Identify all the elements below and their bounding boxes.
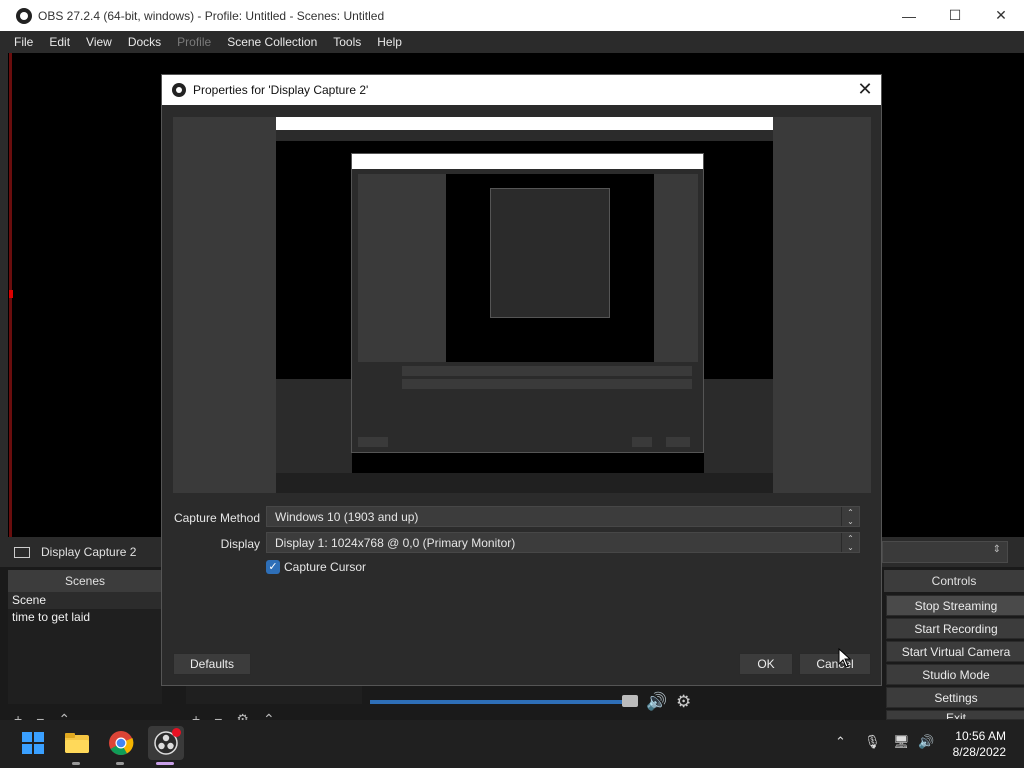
capture-preview-image [276, 117, 773, 493]
gear-icon[interactable]: ⚙ [676, 692, 691, 712]
preview-button [358, 437, 388, 447]
volume-slider-handle[interactable] [622, 695, 638, 707]
mouse-cursor-icon [838, 648, 852, 668]
monitor-icon [14, 546, 30, 558]
menu-help[interactable]: Help [369, 35, 410, 49]
microphone-icon[interactable]: 🎙 [864, 734, 881, 750]
windows-taskbar: ⌃ 🎙 🖥 🔊 10:56 AM 8/28/2022 [0, 720, 1024, 768]
dialog-titlebar: Properties for 'Display Capture 2' ✕ [162, 75, 881, 105]
preview-button [632, 437, 652, 447]
exit-button[interactable]: Exit [886, 710, 1024, 720]
start-recording-button[interactable]: Start Recording [886, 618, 1024, 639]
preview-obs-menubar [276, 130, 773, 141]
recording-badge [172, 728, 181, 737]
scenes-dock-title: Scenes [8, 570, 162, 592]
preview-taskbar [276, 473, 773, 493]
preview-handle[interactable] [9, 290, 13, 298]
menu-docks[interactable]: Docks [120, 35, 169, 49]
chevron-updown-icon: ⌃ ⌄ [841, 507, 859, 526]
windows-start-icon[interactable] [18, 728, 48, 758]
scene-item[interactable]: Scene [8, 592, 162, 609]
maximize-button[interactable]: ☐ [932, 0, 978, 31]
obs-titlebar: OBS 27.2.4 (64-bit, windows) - Profile: … [0, 0, 1024, 31]
file-explorer-icon[interactable] [62, 728, 92, 758]
menu-bar: File Edit View Docks Profile Scene Colle… [0, 31, 1024, 53]
running-indicator [72, 762, 80, 765]
audio-mixer-track: 🔊 ⚙ [370, 690, 700, 716]
obs-logo-icon [172, 83, 186, 97]
preview-obs-titlebar [276, 117, 773, 130]
obs-taskbar-icon[interactable] [148, 726, 184, 760]
obs-logo-icon [16, 7, 32, 24]
scenes-list: Scene time to get laid [8, 592, 162, 704]
chrome-icon[interactable] [106, 728, 136, 758]
menu-profile: Profile [177, 35, 212, 49]
menu-file[interactable]: File [6, 35, 41, 49]
speaker-icon[interactable]: 🔊 [646, 692, 667, 712]
preview-scenes-dock [276, 379, 352, 475]
volume-slider[interactable] [370, 700, 632, 704]
left-gutter [0, 53, 8, 537]
preview-controls-dock [704, 379, 773, 475]
minimize-button[interactable]: — [886, 0, 932, 31]
window-title: OBS 27.2.4 (64-bit, windows) - Profile: … [38, 8, 385, 23]
chevron-updown-icon: ⇕ [992, 544, 1001, 555]
system-clock[interactable]: 10:56 AM 8/28/2022 [953, 728, 1006, 760]
active-indicator [156, 762, 174, 765]
studio-mode-button[interactable]: Studio Mode [886, 664, 1024, 685]
properties-dialog: Properties for 'Display Capture 2' ✕ Cap… [161, 74, 882, 686]
preview-nested-titlebar [352, 154, 703, 169]
network-icon[interactable]: 🖥 [893, 734, 910, 750]
screen: OBS 27.2.4 (64-bit, windows) - Profile: … [0, 0, 1024, 768]
menu-view[interactable]: View [78, 35, 120, 49]
display-label: Display [220, 537, 260, 551]
ok-button[interactable]: OK [739, 653, 793, 675]
settings-button[interactable]: Settings [886, 687, 1024, 708]
display-value: Display 1: 1024x768 @ 0,0 (Primary Monit… [275, 535, 516, 550]
chevron-up-icon[interactable]: ⌃ [835, 734, 846, 750]
capture-method-select[interactable]: Windows 10 (1903 and up) ⌃ ⌄ [266, 506, 860, 527]
chevron-updown-icon: ⌃ ⌄ [841, 533, 859, 552]
running-indicator [116, 762, 124, 765]
preview-nested-screen [446, 174, 654, 362]
preview-button [666, 437, 690, 447]
volume-icon[interactable]: 🔊 [918, 734, 934, 750]
preview-row [402, 366, 692, 376]
display-select[interactable]: Display 1: 1024x768 @ 0,0 (Primary Monit… [266, 532, 860, 553]
defaults-button[interactable]: Defaults [173, 653, 251, 675]
menu-tools[interactable]: Tools [325, 35, 369, 49]
menu-edit[interactable]: Edit [41, 35, 78, 49]
start-virtual-camera-button[interactable]: Start Virtual Camera [886, 641, 1024, 662]
preview-nested-preview [358, 174, 698, 362]
preview-nested-dialog [351, 153, 704, 453]
controls-dock-title: Controls [884, 570, 1024, 592]
preview-nested-dialog-2 [490, 188, 610, 318]
clock-date: 8/28/2022 [952, 745, 1006, 759]
menu-scene-collection[interactable]: Scene Collection [219, 35, 325, 49]
clock-time: 10:56 AM [955, 729, 1006, 743]
window-controls: — ☐ ✕ [886, 0, 1024, 31]
close-window-button[interactable]: ✕ [978, 0, 1024, 31]
cancel-button[interactable]: Cancel [799, 653, 871, 675]
dialog-close-button[interactable]: ✕ [855, 79, 875, 99]
source-dropdown[interactable]: ⇕ [882, 541, 1008, 563]
capture-method-label: Capture Method [173, 511, 260, 525]
preview-row [402, 379, 692, 389]
capture-cursor-checkbox[interactable]: ✓ [266, 560, 280, 574]
capture-cursor-label[interactable]: Capture Cursor [284, 560, 366, 574]
source-name: Display Capture 2 [41, 545, 137, 559]
dialog-title: Properties for 'Display Capture 2' [193, 83, 369, 97]
capture-method-value: Windows 10 (1903 and up) [275, 509, 419, 524]
scene-item[interactable]: time to get laid [8, 609, 162, 626]
stop-streaming-button[interactable]: Stop Streaming [886, 595, 1024, 616]
